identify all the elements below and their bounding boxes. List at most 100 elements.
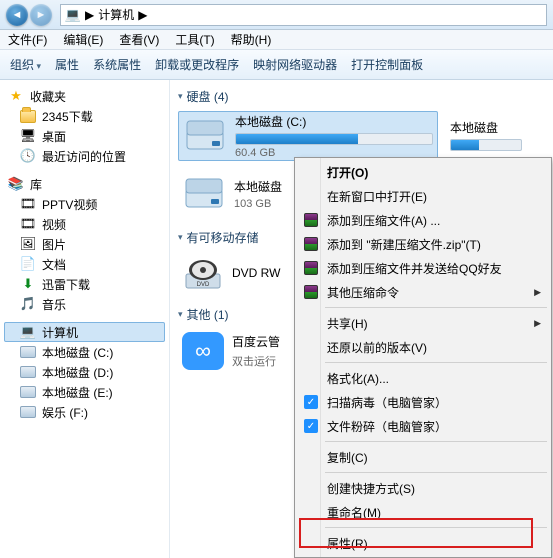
menu-view[interactable]: 查看(V) bbox=[119, 31, 159, 48]
nav-back-button[interactable]: ◄ bbox=[6, 4, 28, 26]
context-menu: 打开(O) 在新窗口中打开(E) 添加到压缩文件(A) ... 添加到 "新建压… bbox=[294, 157, 552, 558]
picture-icon bbox=[20, 236, 36, 252]
separator bbox=[325, 527, 547, 528]
ctx-properties[interactable]: 属性(R) bbox=[297, 531, 549, 555]
drive-icon bbox=[20, 344, 36, 360]
ctx-add-archive[interactable]: 添加到压缩文件(A) ... bbox=[297, 208, 549, 232]
recent-icon bbox=[20, 148, 36, 164]
menu-edit[interactable]: 编辑(E) bbox=[63, 31, 103, 48]
drive-icon bbox=[20, 404, 36, 420]
toolbar-uninstall[interactable]: 卸载或更改程序 bbox=[155, 56, 239, 73]
drive-icon bbox=[182, 174, 226, 214]
sidebar-item-recent[interactable]: 最近访问的位置 bbox=[4, 146, 165, 166]
ctx-other-archive[interactable]: 其他压缩命令▶ bbox=[297, 280, 549, 304]
music-icon bbox=[20, 296, 36, 312]
chevron-down-icon: ▾ bbox=[178, 309, 183, 320]
drive-name: 本地磁盘 (C:) bbox=[235, 113, 433, 130]
sidebar: 收藏夹 2345下载 桌面 最近访问的位置 库 PPTV视频 视频 图片 文档 … bbox=[0, 80, 170, 558]
sidebar-computer-header[interactable]: 计算机 bbox=[4, 322, 165, 342]
archive-icon bbox=[303, 260, 319, 276]
ctx-shred[interactable]: ✓文件粉碎（电脑管家） bbox=[297, 414, 549, 438]
ctx-scan[interactable]: ✓扫描病毒（电脑管家） bbox=[297, 390, 549, 414]
star-icon bbox=[8, 88, 24, 104]
separator bbox=[325, 441, 547, 442]
archive-icon bbox=[303, 284, 319, 300]
toolbar-control-panel[interactable]: 打开控制面板 bbox=[351, 56, 423, 73]
section-hdd[interactable]: ▾硬盘 (4) bbox=[170, 86, 553, 107]
sidebar-favorites-header[interactable]: 收藏夹 bbox=[4, 86, 165, 106]
ctx-format[interactable]: 格式化(A)... bbox=[297, 366, 549, 390]
folder-icon bbox=[20, 108, 36, 124]
sidebar-item-drive-e[interactable]: 本地磁盘 (E:) bbox=[4, 382, 165, 402]
ctx-rename[interactable]: 重命名(M) bbox=[297, 500, 549, 524]
archive-icon bbox=[303, 236, 319, 252]
sidebar-item-desktop[interactable]: 桌面 bbox=[4, 126, 165, 146]
sidebar-libraries-header[interactable]: 库 bbox=[4, 174, 165, 194]
sidebar-computer: 计算机 本地磁盘 (C:) 本地磁盘 (D:) 本地磁盘 (E:) 娱乐 (F:… bbox=[4, 322, 165, 422]
computer-icon bbox=[65, 7, 81, 23]
sidebar-item-drive-c[interactable]: 本地磁盘 (C:) bbox=[4, 342, 165, 362]
drive-icon bbox=[20, 364, 36, 380]
ctx-share[interactable]: 共享(H)▶ bbox=[297, 311, 549, 335]
breadcrumb-arrow[interactable]: ▶ bbox=[85, 8, 94, 22]
drive-usage-bar bbox=[450, 139, 522, 151]
menu-file[interactable]: 文件(F) bbox=[8, 31, 47, 48]
toolbar-properties[interactable]: 属性 bbox=[55, 56, 79, 73]
ctx-restore[interactable]: 还原以前的版本(V) bbox=[297, 335, 549, 359]
sidebar-item-documents[interactable]: 文档 bbox=[4, 254, 165, 274]
computer-icon bbox=[20, 324, 36, 340]
titlebar: ◄ ► ▶ 计算机 ▶ bbox=[0, 0, 553, 30]
svg-text:DVD: DVD bbox=[197, 282, 210, 288]
sidebar-libraries: 库 PPTV视频 视频 图片 文档 迅雷下载 音乐 bbox=[4, 174, 165, 314]
ctx-add-qq[interactable]: 添加到压缩文件并发送给QQ好友 bbox=[297, 256, 549, 280]
ctx-copy[interactable]: 复制(C) bbox=[297, 445, 549, 469]
chevron-down-icon: ▾ bbox=[178, 232, 183, 243]
sidebar-item-video[interactable]: 视频 bbox=[4, 214, 165, 234]
ctx-add-zip[interactable]: 添加到 "新建压缩文件.zip"(T) bbox=[297, 232, 549, 256]
document-icon bbox=[20, 256, 36, 272]
breadcrumb-arrow[interactable]: ▶ bbox=[138, 8, 147, 22]
menu-bar: 文件(F) 编辑(E) 查看(V) 工具(T) 帮助(H) bbox=[0, 30, 553, 50]
library-icon bbox=[8, 176, 24, 192]
sidebar-item-pictures[interactable]: 图片 bbox=[4, 234, 165, 254]
sidebar-item-pptv[interactable]: PPTV视频 bbox=[4, 194, 165, 214]
ctx-new-window[interactable]: 在新窗口中打开(E) bbox=[297, 184, 549, 208]
sidebar-item-drive-d[interactable]: 本地磁盘 (D:) bbox=[4, 362, 165, 382]
chevron-down-icon: ▾ bbox=[178, 91, 183, 102]
drive-tile-partial[interactable]: 本地磁盘 bbox=[446, 111, 526, 161]
ctx-open[interactable]: 打开(O) bbox=[297, 160, 549, 184]
separator bbox=[325, 472, 547, 473]
download-icon bbox=[20, 276, 36, 292]
sidebar-item-music[interactable]: 音乐 bbox=[4, 294, 165, 314]
separator bbox=[325, 307, 547, 308]
drive-name: 本地磁盘 bbox=[450, 119, 522, 136]
shield-icon: ✓ bbox=[303, 418, 319, 434]
dvd-icon: DVD bbox=[182, 255, 224, 293]
archive-icon bbox=[303, 212, 319, 228]
drive-usage-bar bbox=[235, 133, 433, 145]
menu-help[interactable]: 帮助(H) bbox=[231, 31, 272, 48]
video-icon bbox=[20, 196, 36, 212]
submenu-arrow-icon: ▶ bbox=[534, 287, 541, 298]
submenu-arrow-icon: ▶ bbox=[534, 318, 541, 329]
breadcrumb-computer[interactable]: 计算机 bbox=[98, 6, 134, 23]
ctx-shortcut[interactable]: 创建快捷方式(S) bbox=[297, 476, 549, 500]
toolbar-system-properties[interactable]: 系统属性 bbox=[93, 56, 141, 73]
desktop-icon bbox=[20, 128, 36, 144]
menu-tools[interactable]: 工具(T) bbox=[175, 31, 214, 48]
sidebar-item-drive-f[interactable]: 娱乐 (F:) bbox=[4, 402, 165, 422]
nav-forward-button[interactable]: ► bbox=[30, 4, 52, 26]
separator bbox=[325, 362, 547, 363]
drive-icon bbox=[183, 116, 227, 156]
toolbar: 组织 属性 系统属性 卸载或更改程序 映射网络驱动器 打开控制面板 bbox=[0, 50, 553, 80]
sidebar-item-2345[interactable]: 2345下载 bbox=[4, 106, 165, 126]
video-icon bbox=[20, 216, 36, 232]
drive-tile-c[interactable]: 本地磁盘 (C:) 60.4 GB bbox=[178, 111, 438, 161]
toolbar-map-drive[interactable]: 映射网络驱动器 bbox=[253, 56, 337, 73]
shield-icon: ✓ bbox=[303, 394, 319, 410]
sidebar-item-xunlei[interactable]: 迅雷下载 bbox=[4, 274, 165, 294]
cloud-icon: ∞ bbox=[182, 332, 224, 370]
toolbar-organize[interactable]: 组织 bbox=[10, 56, 41, 73]
address-bar[interactable]: ▶ 计算机 ▶ bbox=[60, 4, 547, 26]
sidebar-favorites: 收藏夹 2345下载 桌面 最近访问的位置 bbox=[4, 86, 165, 166]
